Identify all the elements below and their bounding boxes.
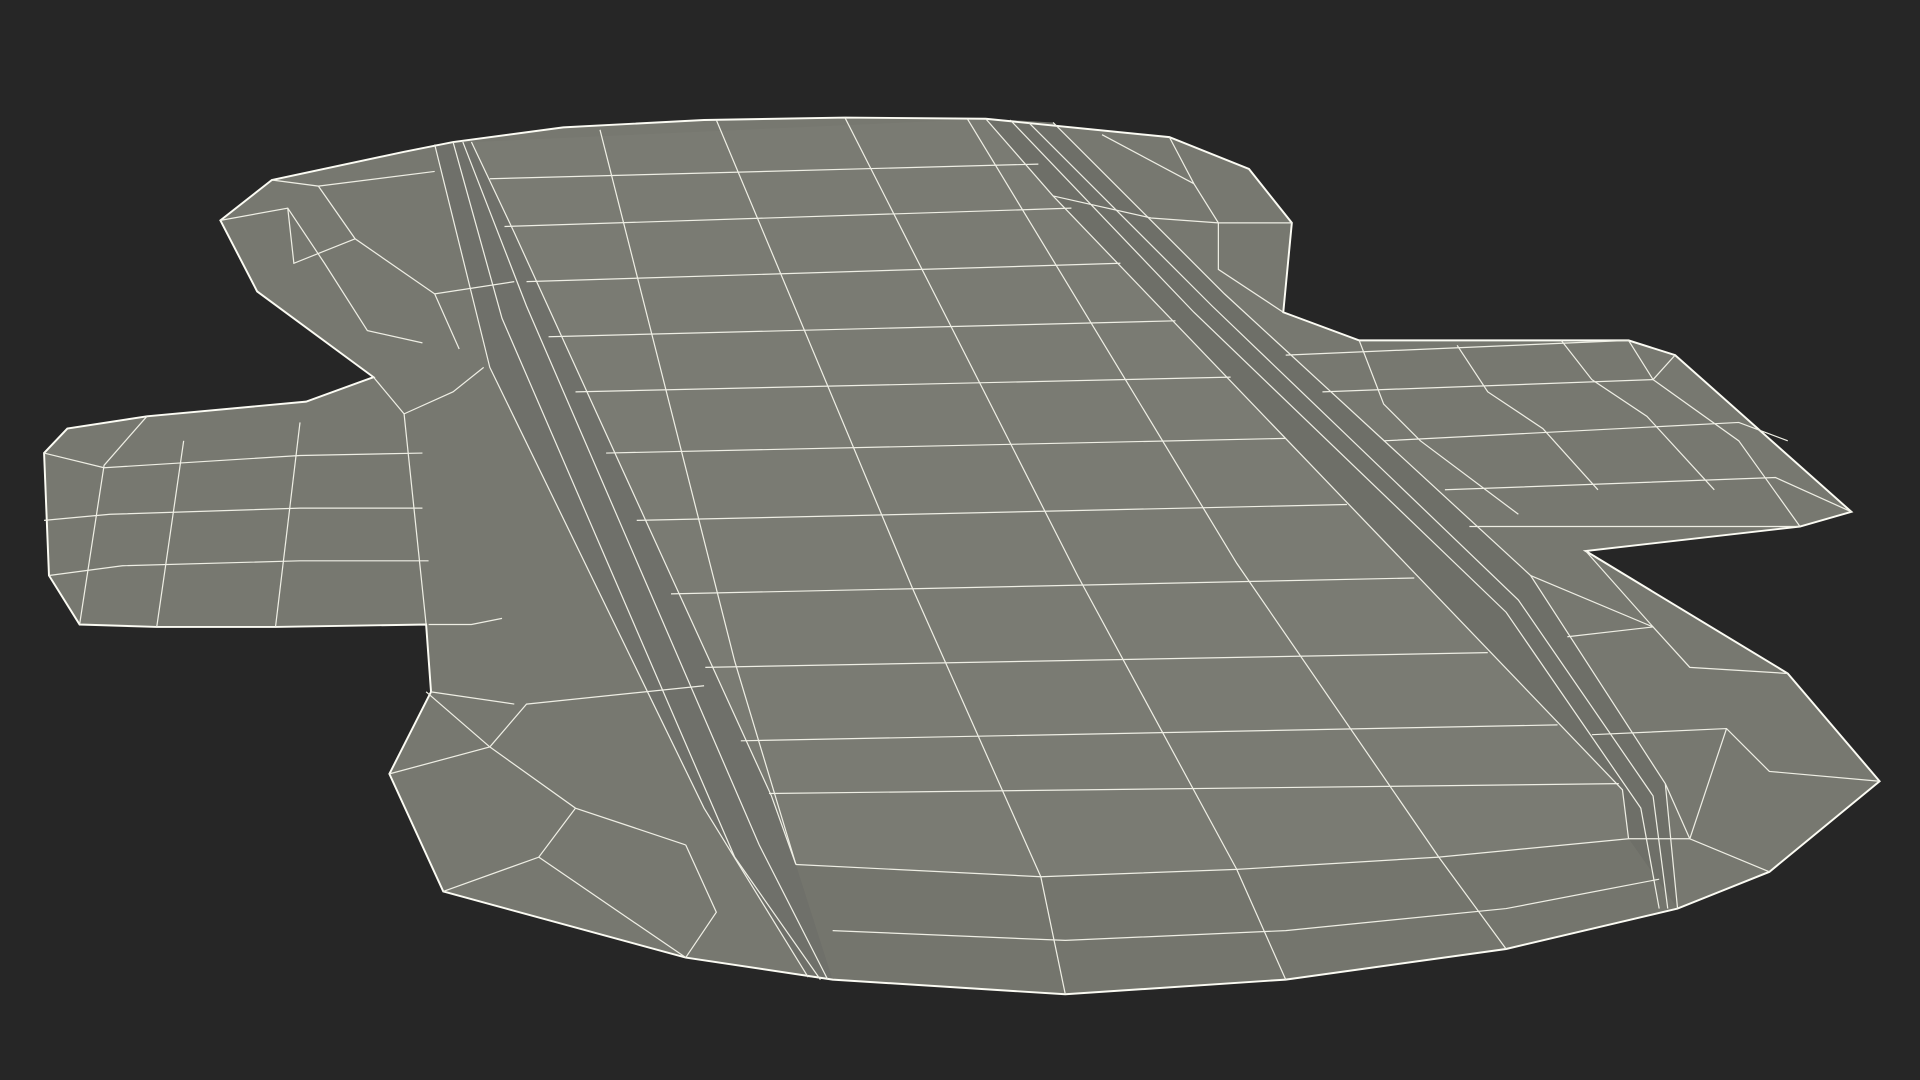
wireframe-mesh bbox=[43, 116, 1881, 996]
mesh-fills bbox=[44, 117, 1880, 995]
viewport bbox=[0, 0, 1920, 1080]
